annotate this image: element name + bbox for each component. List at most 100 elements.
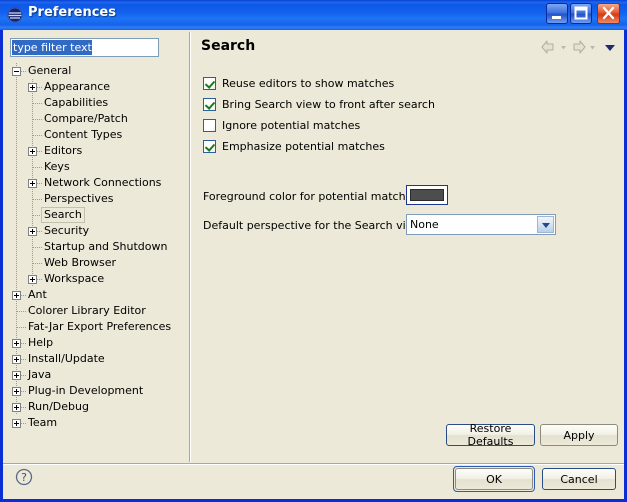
filter-input[interactable]: type filter text — [10, 38, 159, 57]
view-menu-chevron-down-icon[interactable] — [602, 39, 618, 55]
checkbox-reuse-editors[interactable]: Reuse editors to show matches — [203, 74, 394, 92]
tree-guide-line — [33, 263, 42, 264]
tree-expand-icon[interactable] — [12, 419, 21, 428]
tree-guide-line — [33, 103, 42, 104]
tree-item-colorer-library-editor[interactable]: Colorer Library Editor — [8, 303, 188, 319]
tree-item-label: Ant — [28, 288, 47, 301]
ok-button-focus-ring: OK — [453, 466, 535, 492]
tree-item-label: Compare/Patch — [44, 112, 128, 125]
tree-item-label: Web Browser — [44, 256, 117, 269]
checkbox-reuse-editors-label: Reuse editors to show matches — [222, 76, 395, 90]
footer-separator-highlight — [3, 464, 624, 465]
filter-input-value: type filter text — [12, 40, 92, 55]
tree-item-label: Editors — [44, 144, 83, 157]
forward-history-chevron-icon[interactable] — [588, 39, 597, 55]
tree-item-label: Team — [28, 416, 58, 429]
tree-guide-line — [16, 271, 17, 287]
tree-collapse-icon[interactable] — [12, 67, 21, 76]
back-history-chevron-icon[interactable] — [559, 39, 568, 55]
tree-guide-line — [16, 159, 17, 175]
title-bar: Preferences — [0, 0, 627, 30]
tree-item-workspace[interactable]: Workspace — [8, 271, 188, 287]
checkbox-emphasize-potential-matches-label: Emphasize potential matches — [222, 139, 385, 153]
checkbox-ignore-potential-matches-label: Ignore potential matches — [222, 118, 361, 132]
tree-item-run-debug[interactable]: Run/Debug — [8, 399, 188, 415]
tree-expand-icon[interactable] — [12, 387, 21, 396]
tree-item-security[interactable]: Security — [8, 223, 188, 239]
tree-item-ant[interactable]: Ant — [8, 287, 188, 303]
forward-arrow-icon[interactable] — [569, 39, 587, 55]
help-icon[interactable]: ? — [15, 468, 33, 486]
tree-item-install-update[interactable]: Install/Update — [8, 351, 188, 367]
back-arrow-icon[interactable] — [540, 39, 558, 55]
eclipse-sphere-icon — [7, 7, 23, 23]
ok-button[interactable]: OK — [455, 468, 533, 490]
tree-guide-line — [16, 111, 17, 127]
tree-item-compare-patch[interactable]: Compare/Patch — [8, 111, 188, 127]
default-perspective-combo[interactable]: None — [406, 214, 556, 235]
tree-guide-line — [16, 255, 17, 271]
foreground-color-button[interactable] — [406, 185, 448, 205]
tree-item-team[interactable]: Team — [8, 415, 188, 431]
page-navigation — [540, 39, 618, 55]
tree-item-search[interactable]: Search — [8, 207, 188, 223]
tree-item-java[interactable]: Java — [8, 367, 188, 383]
tree-expand-icon[interactable] — [28, 147, 37, 156]
tree-item-content-types[interactable]: Content Types — [8, 127, 188, 143]
tree-item-help[interactable]: Help — [8, 335, 188, 351]
tree-expand-icon[interactable] — [28, 227, 37, 236]
window-title: Preferences — [28, 5, 116, 20]
checkbox-emphasize-potential-matches[interactable]: Emphasize potential matches — [203, 137, 385, 155]
preference-tree[interactable]: General Appearance Capabilities Compare/Pat… — [8, 63, 188, 453]
checkbox-reuse-editors-box[interactable] — [203, 76, 216, 90]
tree-item-editors[interactable]: Editors — [8, 143, 188, 159]
combo-chevron-down-icon[interactable] — [537, 216, 554, 233]
panel-divider-highlight — [190, 32, 191, 462]
checkbox-bring-search-view-front[interactable]: Bring Search view to front after search — [203, 95, 435, 113]
checkbox-ignore-potential-matches-box[interactable] — [203, 118, 216, 132]
tree-guide-line — [17, 311, 26, 312]
maximize-button[interactable] — [570, 3, 592, 24]
minimize-button[interactable] — [546, 3, 568, 24]
tree-guide-line — [16, 239, 17, 255]
apply-button[interactable]: Apply — [540, 424, 618, 446]
tree-item-network-connections[interactable]: Network Connections — [8, 175, 188, 191]
tree-item-startup-and-shutdown[interactable]: Startup and Shutdown — [8, 239, 188, 255]
tree-expand-icon[interactable] — [12, 355, 21, 364]
checkbox-emphasize-potential-matches-box[interactable] — [203, 139, 216, 153]
tree-expand-icon[interactable] — [28, 83, 37, 92]
tree-expand-icon[interactable] — [28, 179, 37, 188]
tree-item-perspectives[interactable]: Perspectives — [8, 191, 188, 207]
tree-expand-icon[interactable] — [12, 403, 21, 412]
tree-item-plug-in-development[interactable]: Plug-in Development — [8, 383, 188, 399]
cancel-button[interactable]: Cancel — [542, 468, 616, 490]
tree-guide-line — [16, 191, 17, 207]
tree-guide-line — [33, 135, 42, 136]
default-perspective-value: None — [410, 218, 439, 231]
checkbox-bring-search-view-front-label: Bring Search view to front after search — [222, 97, 435, 111]
tree-item-appearance[interactable]: Appearance — [8, 79, 188, 95]
tree-item-web-browser[interactable]: Web Browser — [8, 255, 188, 271]
foreground-color-label: Foreground color for potential matches: — [203, 190, 422, 203]
tree-expand-icon[interactable] — [12, 291, 21, 300]
tree-item-label: Content Types — [44, 128, 123, 141]
tree-item-fat-jar-export-preferences[interactable]: Fat-Jar Export Preferences — [8, 319, 188, 335]
tree-item-general[interactable]: General — [8, 63, 188, 79]
restore-defaults-button[interactable]: Restore Defaults — [446, 422, 535, 448]
tree-item-label: Install/Update — [28, 352, 105, 365]
tree-item-label: Colorer Library Editor — [28, 304, 146, 317]
checkbox-bring-search-view-front-box[interactable] — [203, 97, 216, 111]
svg-text:?: ? — [21, 471, 27, 484]
tree-expand-icon[interactable] — [28, 275, 37, 284]
default-perspective-label: Default perspective for the Search view: — [203, 219, 425, 232]
tree-expand-icon[interactable] — [12, 371, 21, 380]
tree-expand-icon[interactable] — [12, 339, 21, 348]
close-button[interactable] — [597, 3, 620, 24]
tree-item-label: Java — [28, 368, 52, 381]
checkbox-ignore-potential-matches[interactable]: Ignore potential matches — [203, 116, 360, 134]
tree-item-label: Search — [41, 207, 85, 223]
tree-item-label: Appearance — [44, 80, 111, 93]
tree-item-capabilities[interactable]: Capabilities — [8, 95, 188, 111]
tree-item-keys[interactable]: Keys — [8, 159, 188, 175]
tree-item-label: Plug-in Development — [28, 384, 144, 397]
